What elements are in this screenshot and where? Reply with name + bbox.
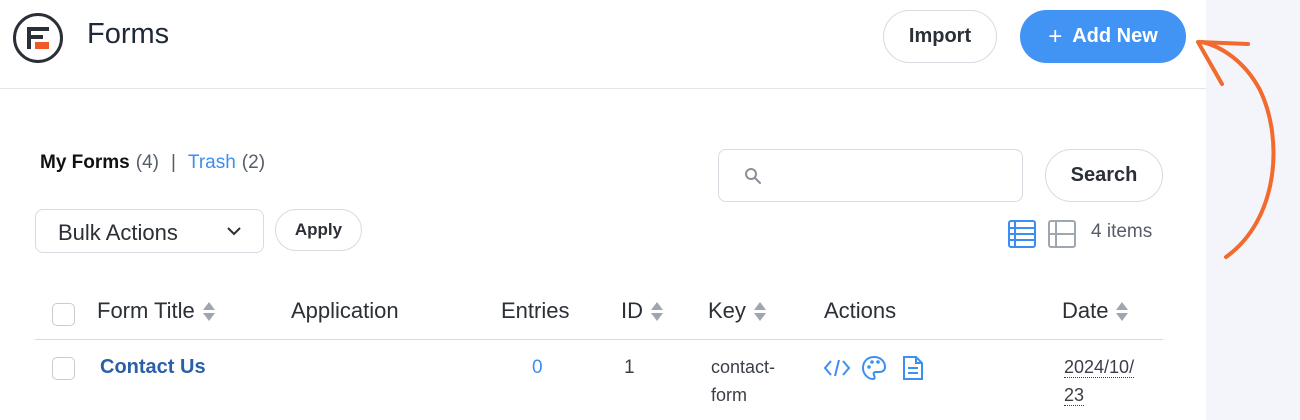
annotation-arrow-icon <box>1196 40 1276 259</box>
bulk-actions-label: Bulk Actions <box>58 220 178 245</box>
column-form-title[interactable]: Form Title <box>97 298 215 324</box>
sort-icon <box>202 300 215 322</box>
column-application: Application <box>291 298 399 324</box>
formidable-logo[interactable] <box>13 13 63 63</box>
column-key[interactable]: Key <box>708 298 766 324</box>
trash-link[interactable]: Trash <box>188 152 236 174</box>
sort-icon <box>1116 300 1129 322</box>
table-header: Form Title Application Entries ID Key Ac… <box>35 290 1163 340</box>
column-id-label: ID <box>621 298 643 323</box>
bulk-actions-select[interactable]: Bulk Actions <box>35 209 264 253</box>
add-new-button[interactable]: + Add New <box>1020 10 1186 63</box>
form-title-link[interactable]: Contact Us <box>100 356 206 379</box>
document-icon[interactable] <box>901 355 925 381</box>
form-key-line: contact- <box>711 357 776 377</box>
search-input[interactable] <box>718 149 1023 202</box>
sort-icon <box>753 300 766 322</box>
page-title: Forms <box>87 18 170 50</box>
my-forms-count: (4) <box>135 152 159 173</box>
form-id: 1 <box>624 357 635 378</box>
logo-mark-icon <box>27 27 49 49</box>
palette-icon[interactable] <box>861 355 887 381</box>
form-date-line: 2024/10/ <box>1064 357 1135 378</box>
column-actions-label: Actions <box>824 298 897 323</box>
select-all-checkbox[interactable] <box>52 303 75 326</box>
entries-count-link[interactable]: 0 <box>532 357 543 379</box>
search-icon <box>745 168 761 184</box>
my-forms-link[interactable]: My Forms <box>40 152 130 174</box>
search-button[interactable]: Search <box>1045 149 1163 202</box>
column-form-title-label: Form Title <box>97 298 195 323</box>
chevron-down-icon <box>227 227 241 236</box>
top-bar: Forms Import + Add New <box>0 0 1206 89</box>
row-checkbox[interactable] <box>52 357 75 380</box>
sort-icon <box>651 300 663 322</box>
form-date-line: 23 <box>1064 385 1085 406</box>
form-key-line: form <box>711 385 747 405</box>
plus-icon: + <box>1048 22 1063 50</box>
add-new-label: Add New <box>1072 25 1158 47</box>
list-view-icon[interactable] <box>1008 220 1036 248</box>
column-actions: Actions <box>824 298 896 324</box>
trash-count: (2) <box>241 152 266 173</box>
column-key-label: Key <box>708 298 746 323</box>
code-icon[interactable] <box>823 357 851 379</box>
form-key: contact- form <box>711 353 801 409</box>
items-count: 4 items <box>1091 221 1153 242</box>
column-date-label: Date <box>1062 298 1109 323</box>
forms-page: Forms Import + Add New My Forms (4) | Tr… <box>0 0 1206 420</box>
apply-button[interactable]: Apply <box>275 209 362 251</box>
table-row: Contact Us 0 1 contact- form 2024/10/ 23 <box>35 341 1163 420</box>
column-application-label: Application <box>291 298 399 323</box>
form-date: 2024/10/ 23 <box>1064 353 1135 409</box>
view-separator: | <box>170 152 176 173</box>
column-date[interactable]: Date <box>1062 298 1129 324</box>
column-id[interactable]: ID <box>621 298 663 324</box>
view-filter-links: My Forms (4) | Trash (2) <box>40 152 265 174</box>
excerpt-view-icon[interactable] <box>1048 220 1076 248</box>
column-entries-label: Entries <box>501 298 570 323</box>
column-entries: Entries <box>501 298 569 324</box>
import-button[interactable]: Import <box>883 10 997 63</box>
